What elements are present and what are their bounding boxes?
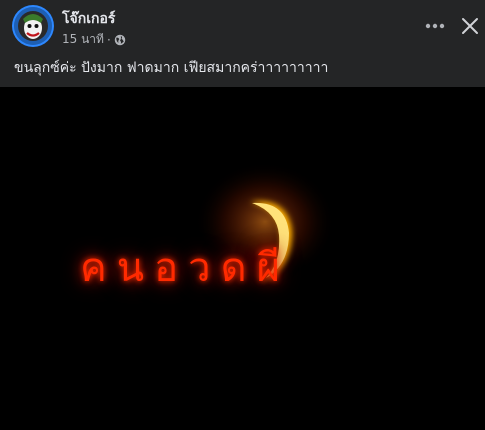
post-header: โจ๊กเกอร์ 15 นาที · xyxy=(0,0,485,52)
close-icon xyxy=(462,18,478,34)
more-horizontal-icon xyxy=(425,23,445,29)
avatar[interactable] xyxy=(14,7,52,45)
meta-separator: · xyxy=(106,32,111,47)
post-media[interactable]: คนอวดผี xyxy=(0,87,485,430)
post-meta: 15 นาที · xyxy=(62,30,126,49)
author-name[interactable]: โจ๊กเกอร์ xyxy=(62,8,115,30)
more-options-button[interactable] xyxy=(420,12,450,40)
globe-icon xyxy=(114,34,126,46)
close-button[interactable] xyxy=(456,12,484,40)
post-caption: ขนลุกซ์ค่ะ ปังมาก ฟาดมาก เฟียสมากคร่าาาา… xyxy=(14,60,329,76)
title-logo: คนอวดผี xyxy=(80,245,290,291)
post-timestamp[interactable]: 15 นาที xyxy=(62,30,104,49)
joker-avatar-image xyxy=(14,7,52,45)
